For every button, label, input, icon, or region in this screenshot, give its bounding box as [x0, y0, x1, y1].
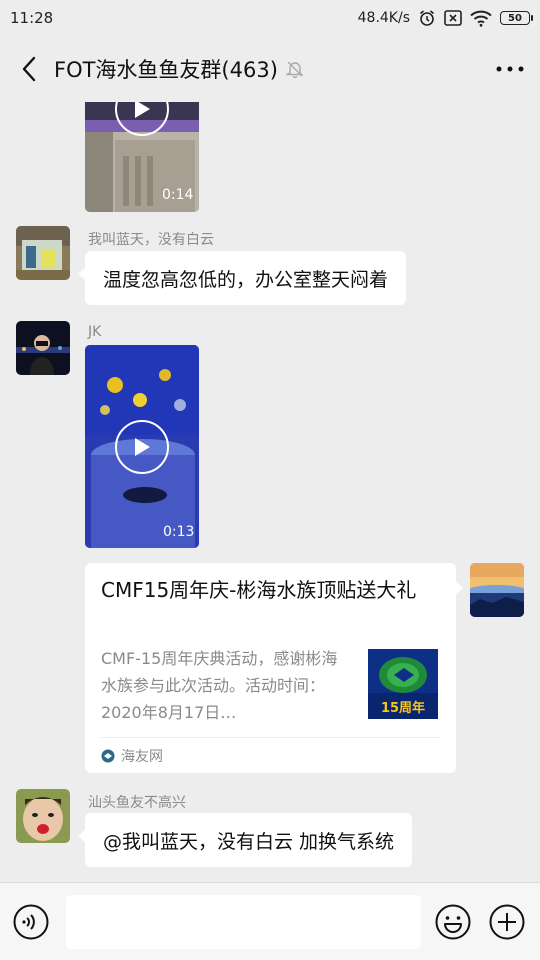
message-text: 温度忽高忽低的，办公室整天闷着	[103, 268, 389, 291]
card-source: 海友网	[101, 746, 163, 766]
ellipsis-icon	[496, 66, 524, 72]
divider	[101, 737, 440, 738]
plus-icon	[489, 904, 525, 940]
thumb-caption: 15周年	[381, 700, 425, 716]
sender-name: 汕头鱼友不高兴	[88, 795, 186, 811]
voice-icon	[13, 904, 49, 940]
emoji-button[interactable]	[435, 904, 471, 940]
message-text: @我叫蓝天，没有白云 加换气系统	[103, 830, 395, 853]
sim-off-icon	[444, 10, 462, 26]
input-bar	[0, 882, 540, 960]
avatar[interactable]	[16, 789, 70, 843]
video-message[interactable]: 0:14	[85, 102, 199, 212]
nav-bar: FOT海水鱼鱼友群(463)	[0, 36, 540, 102]
voice-button[interactable]	[13, 904, 49, 940]
avatar[interactable]	[16, 226, 70, 280]
chat-title: FOT海水鱼鱼友群(463)	[54, 58, 278, 82]
sender-name: JK	[88, 324, 102, 340]
avatar[interactable]	[16, 321, 70, 375]
play-icon[interactable]	[115, 420, 169, 474]
net-speed: 48.4K/s	[357, 10, 410, 26]
card-title: CMF15周年庆-彬海水族顶贴送大礼	[101, 578, 417, 602]
status-bar: 11:28 48.4K/s 50	[0, 0, 540, 36]
site-logo-icon	[101, 749, 115, 763]
message-input[interactable]	[66, 895, 421, 949]
card-thumbnail: 15周年	[368, 649, 438, 719]
message-bubble[interactable]: @我叫蓝天，没有白云 加换气系统	[77, 813, 413, 867]
message-bubble[interactable]: 温度忽高忽低的，办公室整天闷着	[77, 251, 407, 305]
status-time: 11:28	[10, 9, 54, 27]
video-message[interactable]: 0:13	[85, 345, 199, 548]
bell-off-icon	[286, 60, 304, 78]
card-description: CMF-15周年庆典活动，感谢彬海水族参与此次活动。活动时间：2020年8月17…	[101, 649, 338, 722]
sender-name: 我叫蓝天，没有白云	[88, 232, 214, 248]
status-right: 48.4K/s 50	[357, 9, 533, 27]
chevron-left-icon	[22, 56, 36, 82]
battery-icon: 50	[500, 11, 533, 25]
video-duration: 0:14	[162, 187, 194, 203]
more-button[interactable]	[480, 36, 540, 102]
back-button[interactable]	[4, 36, 54, 102]
video-duration: 0:13	[163, 524, 195, 540]
more-functions-button[interactable]	[489, 904, 525, 940]
my-avatar[interactable]	[470, 563, 524, 617]
alarm-icon	[418, 9, 436, 27]
chat-area[interactable]: 0:14 我叫蓝天，没有白云 温度忽高忽低的，办公室整天闷着 JK 0:13 C…	[0, 102, 540, 882]
link-card[interactable]: CMF15周年庆-彬海水族顶贴送大礼 CMF-15周年庆典活动，感谢彬海水族参与…	[85, 563, 463, 773]
wifi-icon	[470, 10, 492, 27]
emoji-icon	[435, 904, 471, 940]
card-source-name: 海友网	[121, 749, 163, 765]
